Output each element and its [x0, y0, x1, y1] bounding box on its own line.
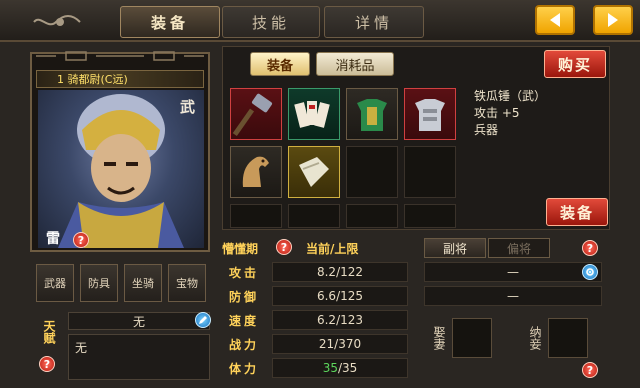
stat-value-power: 21/370 [272, 334, 408, 354]
game-logo-icon [6, 6, 114, 38]
concubine-label: 纳妾 [528, 326, 542, 350]
item-slot-empty[interactable] [288, 204, 340, 228]
general-type-label: 武 [180, 98, 196, 116]
gear-icon[interactable] [582, 264, 598, 280]
item-slot-empty[interactable] [346, 146, 398, 198]
hammer-icon [232, 93, 273, 137]
equip-item-button[interactable]: 装备 [546, 198, 608, 226]
item-slot-empty[interactable] [404, 146, 456, 198]
slot-weapon-button[interactable]: 武器 [36, 264, 74, 302]
stamina-current: 35 [322, 361, 338, 375]
stat-label-stamina: 体力 [228, 361, 259, 376]
arrow-right-icon [608, 13, 618, 27]
talent-description: 无 [68, 334, 210, 380]
stamina-max: /35 [337, 361, 358, 375]
talent-label: 天赋 [42, 320, 56, 344]
stat-label-defense: 防御 [228, 289, 259, 304]
arrow-left-icon [550, 13, 560, 27]
vice-general-slot-2[interactable]: — [424, 286, 602, 306]
next-general-button[interactable] [593, 5, 633, 35]
marriage-help-icon[interactable]: ? [582, 362, 598, 378]
item-slot-cloth[interactable] [288, 146, 340, 198]
item-detail-attack: 攻击 +5 [474, 106, 520, 120]
item-slot-empty[interactable] [346, 204, 398, 228]
talent-help-icon[interactable]: ? [39, 356, 55, 372]
edit-talent-icon[interactable] [195, 312, 211, 328]
item-slot-silver-armor[interactable] [404, 88, 456, 140]
concubine-slot[interactable] [548, 318, 588, 358]
item-slot-green-armor[interactable] [346, 88, 398, 140]
tab-partial-general[interactable]: 偏将 [488, 238, 550, 258]
talent-value: 无 [68, 312, 210, 330]
cloth-bundle-icon [299, 157, 329, 187]
stat-header-current-max: 当前/上限 [306, 242, 359, 256]
generals-help-icon[interactable]: ? [582, 240, 598, 256]
item-detail-category: 兵器 [474, 123, 499, 137]
buy-button[interactable]: 购买 [544, 50, 606, 78]
scroll-cards-icon [294, 101, 330, 128]
slot-treasure-button[interactable]: 宝物 [168, 264, 206, 302]
stat-label-attack: 攻击 [228, 265, 259, 280]
stat-value-speed: 6.2/123 [272, 310, 408, 330]
element-help-icon[interactable]: ? [73, 232, 89, 248]
item-slot-empty[interactable] [230, 204, 282, 228]
slot-armor-button[interactable]: 防具 [80, 264, 118, 302]
wife-label: 娶妻 [432, 326, 446, 350]
stat-value-attack: 8.2/122 [272, 262, 408, 282]
wife-slot[interactable] [452, 318, 492, 358]
general-name-plate: 1 骑都尉(C远) [36, 70, 204, 88]
element-label: 雷 [46, 231, 60, 247]
tab-details[interactable]: 详情 [324, 6, 424, 38]
prev-general-button[interactable] [535, 5, 575, 35]
growth-stage-label: 懵懂期 [222, 242, 259, 256]
tab-skills[interactable]: 技能 [222, 6, 320, 38]
vice-general-slot-1[interactable]: — [424, 262, 602, 282]
item-slot-scroll[interactable] [288, 88, 340, 140]
item-slot-horse[interactable] [230, 146, 282, 198]
green-armor-icon [357, 99, 387, 131]
tab-equip[interactable]: 装备 [120, 6, 220, 38]
item-detail-title: 铁瓜锤（武） [474, 89, 547, 103]
subtab-consumables[interactable]: 消耗品 [316, 52, 394, 76]
subtab-equipment[interactable]: 装备 [250, 52, 310, 76]
silver-armor-icon [415, 99, 445, 131]
stat-value-stamina: 35/35 [272, 358, 408, 378]
slot-mount-button[interactable]: 坐骑 [124, 264, 162, 302]
horse-icon [242, 156, 269, 187]
stat-label-speed: 速度 [228, 313, 259, 328]
stat-value-defense: 6.6/125 [272, 286, 408, 306]
item-slot-empty[interactable] [404, 204, 456, 228]
stat-label-power: 战力 [228, 337, 259, 352]
item-slot-hammer[interactable] [230, 88, 282, 140]
ornament-border-icon [36, 50, 204, 64]
tab-vice-general[interactable]: 副将 [424, 238, 486, 258]
item-detail-panel: 铁瓜锤（武） 攻击 +5 兵器 [474, 88, 604, 139]
growth-help-icon[interactable]: ? [276, 239, 292, 255]
